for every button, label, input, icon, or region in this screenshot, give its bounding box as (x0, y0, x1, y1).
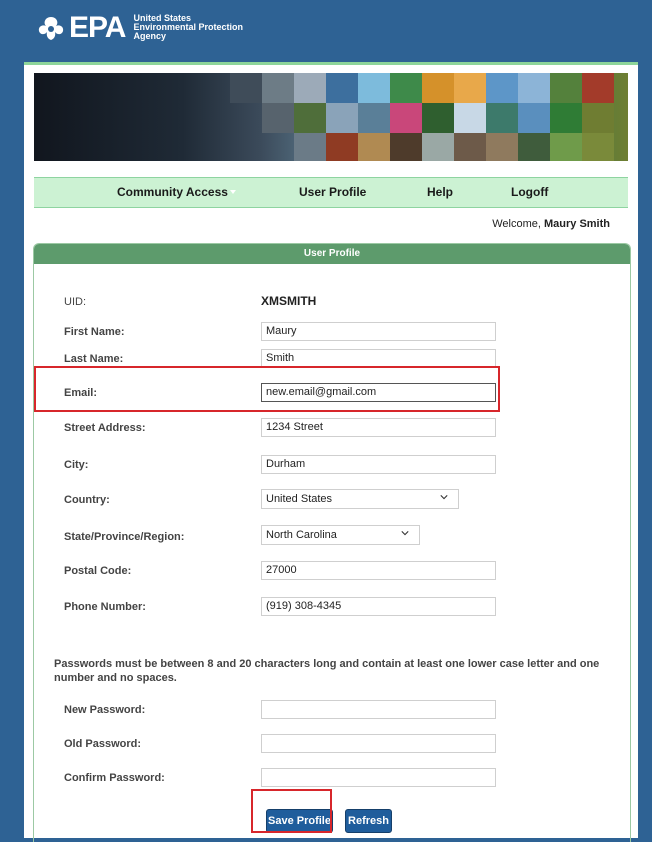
chevron-down-icon (440, 495, 448, 500)
last-name-label: Last Name: (64, 353, 124, 365)
new-password-label: New Password: (64, 704, 146, 716)
epa-logo[interactable]: EPA United States Environmental Protecti… (36, 11, 243, 44)
city-label: City: (64, 459, 89, 471)
country-label: Country: (64, 494, 110, 506)
first-name-field[interactable]: Maury (261, 322, 496, 341)
save-profile-highlight-box (251, 789, 332, 833)
state-select[interactable]: North Carolina (261, 525, 420, 545)
phone-number-label: Phone Number: (64, 601, 146, 613)
nav-logoff[interactable]: Logoff (511, 185, 548, 199)
uid-label: UID: (64, 296, 86, 308)
country-select[interactable]: United States (261, 489, 459, 509)
postal-code-field[interactable]: 27000 (261, 561, 496, 580)
photo-banner (34, 73, 628, 161)
uid-value: XMSMITH (261, 294, 317, 308)
caret-down-icon (230, 190, 236, 194)
welcome-message: Welcome, Maury Smith (492, 218, 610, 230)
main-nav: Community Access User Profile Help Logof… (34, 177, 628, 208)
new-password-field[interactable] (261, 700, 496, 719)
state-label: State/Province/Region: (64, 531, 185, 543)
epa-flower-icon (38, 17, 64, 40)
old-password-field[interactable] (261, 734, 496, 753)
panel-title: User Profile (34, 244, 630, 264)
password-requirements-note: Passwords must be between 8 and 20 chara… (54, 658, 600, 684)
city-field[interactable]: Durham (261, 455, 496, 474)
chevron-down-icon (401, 531, 409, 536)
confirm-password-field[interactable] (261, 768, 496, 787)
street-address-label: Street Address: (64, 422, 146, 434)
nav-community-access[interactable]: Community Access (117, 185, 228, 199)
welcome-user-name: Maury Smith (543, 218, 610, 230)
nav-help[interactable]: Help (427, 185, 453, 199)
postal-code-label: Postal Code: (64, 565, 132, 577)
first-name-label: First Name: (64, 326, 125, 338)
site-header: EPA United States Environmental Protecti… (0, 0, 652, 62)
refresh-button[interactable]: Refresh (345, 809, 392, 833)
epa-wordmark: EPA (69, 11, 126, 44)
page-frame: Community Access User Profile Help Logof… (24, 62, 638, 842)
confirm-password-label: Confirm Password: (64, 772, 165, 784)
old-password-label: Old Password: (64, 738, 142, 750)
agency-name: United States Environmental Protection A… (133, 12, 243, 41)
user-profile-panel: User Profile UID: XMSMITH First Name: Ma… (33, 243, 631, 842)
email-highlight-box (34, 366, 500, 412)
nav-user-profile[interactable]: User Profile (299, 185, 366, 199)
phone-number-field[interactable]: (919) 308-4345 (261, 597, 496, 616)
street-address-field[interactable]: 1234 Street (261, 418, 496, 437)
